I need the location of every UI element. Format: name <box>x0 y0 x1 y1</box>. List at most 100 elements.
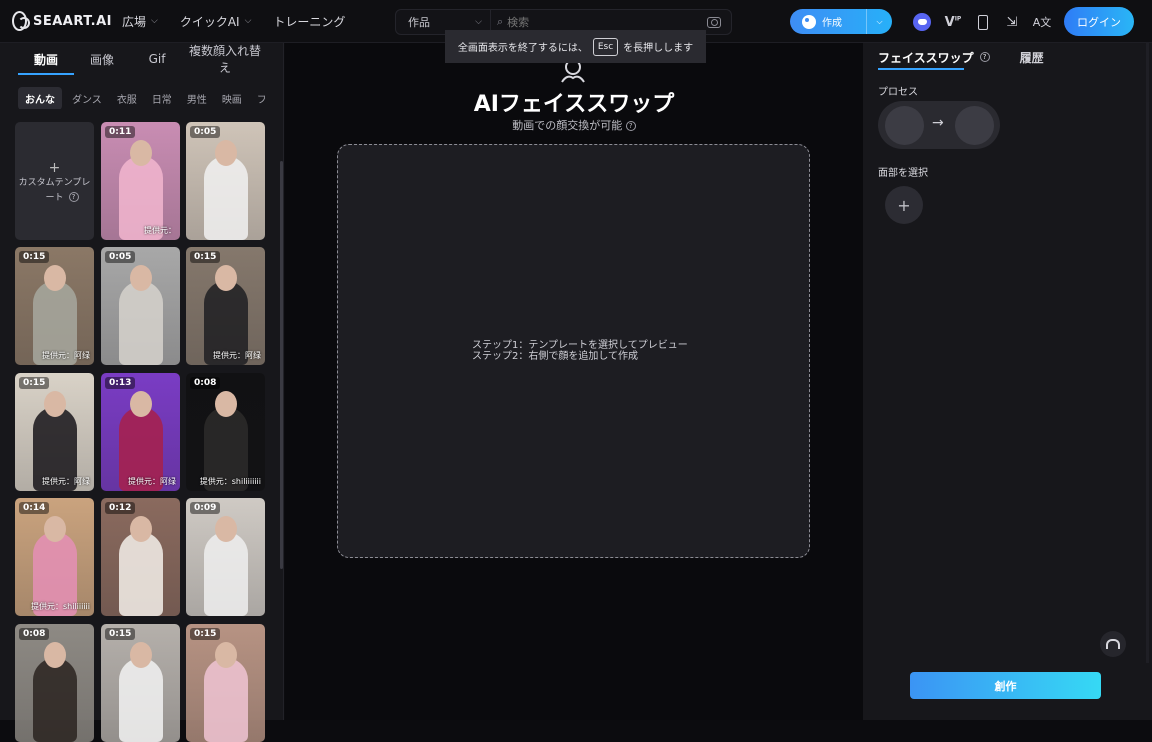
template-thumbnail-face <box>214 140 237 166</box>
download-button[interactable]: ⇲ <box>1002 12 1022 32</box>
template-card[interactable]: 0:08 <box>15 624 94 742</box>
template-thumbnail <box>203 156 248 240</box>
custom-template-button[interactable]: + カスタムテンプレート ? <box>15 122 94 240</box>
credit-text: 提供元：shiliiiiii <box>30 602 90 611</box>
main-nav: 広場 ⌵ クイックAI ⌵ トレーニング <box>122 13 367 30</box>
custom-template-label: カスタムテンプレート <box>18 177 91 203</box>
download-icon: ⇲ <box>1006 14 1018 30</box>
help-icon[interactable]: ? <box>979 52 990 62</box>
nav-item-training[interactable]: トレーニング <box>273 13 345 30</box>
chevron-down-icon: ⌵ <box>244 16 252 26</box>
template-thumbnail-face <box>129 516 152 542</box>
tab-history[interactable]: 履歴 <box>1020 49 1044 66</box>
credit-text: 提供元：阿绿 <box>42 477 90 486</box>
duration-badge: 0:05 <box>190 126 221 138</box>
esc-key-hint: Esc <box>592 37 619 56</box>
tab-image[interactable]: 画像 <box>74 51 130 68</box>
template-thumbnail <box>203 658 248 742</box>
plus-icon: + <box>897 195 911 215</box>
create-button[interactable]: 作成 ⌵ <box>790 9 892 34</box>
subtitle-text: 動画での顔交換が可能 <box>512 119 623 132</box>
search-input[interactable] <box>503 15 707 29</box>
vip-button[interactable]: VIP <box>943 12 963 32</box>
help-icon[interactable]: ? <box>625 121 636 131</box>
template-card[interactable]: 0:05 <box>186 122 265 240</box>
nav-item-plaza[interactable]: 広場 ⌵ <box>122 13 158 30</box>
create-button-label: 作成 <box>822 18 842 29</box>
template-card[interactable]: 0:15 提供元：阿绿 <box>15 247 94 365</box>
template-card[interactable]: 0:15 <box>186 624 265 742</box>
template-card[interactable]: 0:13 提供元：阿绿 <box>101 373 180 491</box>
logo-text: SEAART.AI <box>32 13 112 29</box>
template-card[interactable]: 0:05 <box>101 247 180 365</box>
tab-video[interactable]: 動画 <box>18 51 74 68</box>
template-thumbnail <box>118 281 163 365</box>
duration-badge: 0:13 <box>105 377 136 389</box>
phone-icon <box>978 14 988 30</box>
create-submit-button[interactable]: 創作 <box>910 672 1101 699</box>
template-card[interactable]: 0:14 提供元：shiliiiiii <box>15 498 94 616</box>
category-filter: おんな ダンス 衣服 日常 男性 映画 フ <box>0 87 265 109</box>
template-thumbnail-face <box>129 140 152 166</box>
camera-icon[interactable] <box>707 16 721 28</box>
category-movie[interactable]: 映画 <box>222 91 242 106</box>
category-more[interactable]: フ <box>257 91 265 106</box>
add-face-button[interactable]: + <box>885 186 923 224</box>
template-thumbnail-face <box>129 265 152 291</box>
logo[interactable]: SEAART.AI <box>12 11 112 31</box>
template-card[interactable]: 0:09 <box>186 498 265 616</box>
template-scrollbar[interactable] <box>280 161 283 569</box>
result-face-slot <box>955 106 994 145</box>
discord-button[interactable] <box>912 12 932 32</box>
page-title: AIフェイススワップ <box>473 92 675 117</box>
step-1-text: ステップ1：テンプレートを選択してプレビュー <box>472 340 688 351</box>
create-dropdown-toggle[interactable]: ⌵ <box>866 9 892 34</box>
palette-icon <box>802 14 816 29</box>
category-dance[interactable]: ダンス <box>72 91 102 106</box>
template-thumbnail-face <box>214 391 237 417</box>
duration-badge: 0:08 <box>190 377 221 389</box>
settings-scrollbar[interactable] <box>1146 43 1149 663</box>
credit-text: 提供元：阿绿 <box>213 351 261 360</box>
duration-badge: 0:15 <box>190 628 221 640</box>
nav-item-quick-ai[interactable]: クイックAI ⌵ <box>180 13 252 30</box>
tab-face-swap[interactable]: フェイススワップ <box>878 49 974 66</box>
tab-gif[interactable]: Gif <box>130 52 184 66</box>
vip-icon: VIP <box>944 14 962 30</box>
template-thumbnail <box>118 532 163 616</box>
template-thumbnail-face <box>214 516 237 542</box>
headset-support-icon[interactable] <box>1100 631 1126 657</box>
template-card[interactable]: 0:15 <box>101 624 180 742</box>
credit-text: 提供元：阿绿 <box>128 477 176 486</box>
nav-label: 広場 <box>122 14 147 29</box>
template-card[interactable]: 0:12 <box>101 498 180 616</box>
duration-badge: 0:14 <box>19 502 50 514</box>
active-tab-indicator <box>18 73 74 75</box>
toast-text-after: を長押しします <box>623 43 694 54</box>
instructions: ステップ1：テンプレートを選択してプレビュー ステップ2：右側で顔を追加して作成 <box>472 340 688 362</box>
category-clothes[interactable]: 衣服 <box>117 91 137 106</box>
category-woman[interactable]: おんな <box>18 87 62 109</box>
chevron-down-icon: ⌵ <box>151 16 158 26</box>
nav-label: クイックAI <box>179 14 240 29</box>
discord-icon <box>913 13 931 31</box>
tab-multi-face[interactable]: 複数顔入れ替え <box>184 42 266 76</box>
login-button[interactable]: ログイン <box>1064 7 1134 36</box>
page-subtitle: 動画での顔交換が可能 ? <box>285 117 863 133</box>
phone-button[interactable] <box>973 12 993 32</box>
template-thumbnail <box>118 658 163 742</box>
seaart-logo-icon <box>12 11 30 31</box>
template-thumbnail-face <box>214 265 237 291</box>
category-daily[interactable]: 日常 <box>152 91 172 106</box>
template-card[interactable]: 0:08 提供元：shiliiiiiii <box>186 373 265 491</box>
help-icon[interactable]: ? <box>68 191 79 202</box>
arrow-right-icon: → <box>932 115 944 131</box>
template-card[interactable]: 0:15 提供元：阿绿 <box>186 247 265 365</box>
category-male[interactable]: 男性 <box>187 91 207 106</box>
template-thumbnail-face <box>43 642 66 668</box>
template-panel: 動画 画像 Gif 複数顔入れ替え おんな ダンス 衣服 日常 男性 映画 フ … <box>0 42 284 742</box>
translate-button[interactable]: A文 <box>1032 12 1052 32</box>
template-card[interactable]: 0:15 提供元：阿绿 <box>15 373 94 491</box>
template-card[interactable]: 0:11 提供元： <box>101 122 180 240</box>
template-thumbnail-face <box>43 516 66 542</box>
